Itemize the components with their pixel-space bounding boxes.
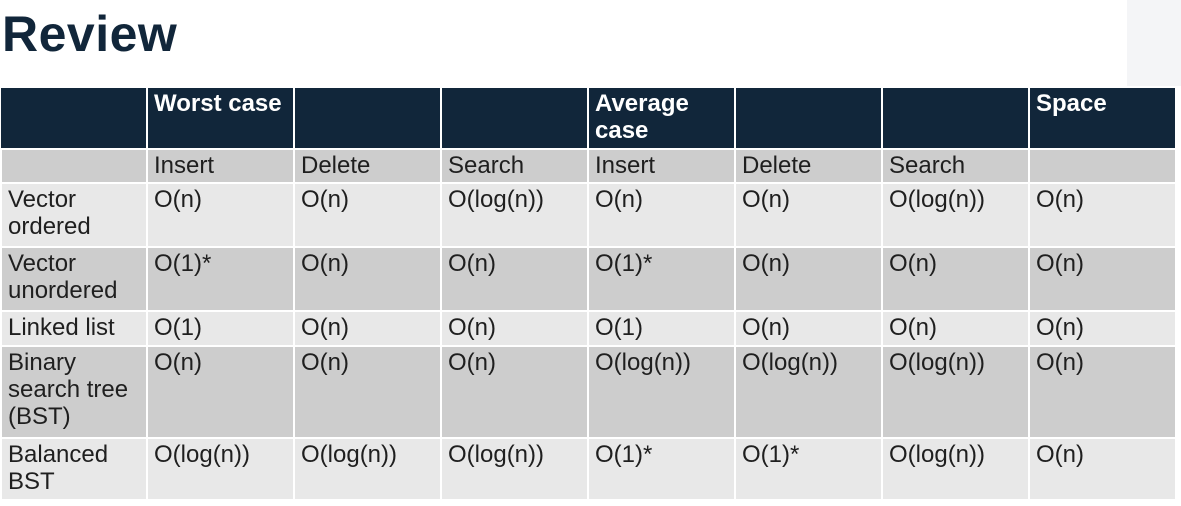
table-cell: O(n): [1028, 310, 1177, 347]
side-panel: [1127, 0, 1181, 86]
table-row: Vector ordered O(n) O(n) O(log(n)) O(n) …: [0, 182, 1177, 248]
table-cell: O(1)*: [587, 246, 736, 312]
group-header-cell: [734, 86, 883, 150]
table-cell: O(n): [587, 182, 736, 248]
table-cell: O(log(n)): [440, 182, 589, 248]
operation-header-search: Search: [440, 148, 589, 184]
operation-header-delete: Delete: [734, 148, 883, 184]
table-cell: O(log(n)): [734, 345, 883, 439]
table-row: Linked list O(1) O(n) O(n) O(1) O(n) O(n…: [0, 310, 1177, 347]
table-cell: O(n): [734, 182, 883, 248]
table-cell: O(log(n)): [881, 182, 1030, 248]
group-header-cell: [881, 86, 1030, 150]
table-cell: O(1)*: [734, 437, 883, 501]
table-cell: O(n): [440, 345, 589, 439]
table-row: Vector unordered O(1)* O(n) O(n) O(1)* O…: [0, 246, 1177, 312]
operation-header-delete: Delete: [293, 148, 442, 184]
table-cell: O(n): [881, 246, 1030, 312]
group-header-worst-case: Worst case: [146, 86, 295, 150]
operation-header-search: Search: [881, 148, 1030, 184]
table-cell: O(log(n)): [293, 437, 442, 501]
table-cell: O(n): [1028, 345, 1177, 439]
slide-title: Review: [2, 6, 178, 62]
table-cell: O(n): [734, 246, 883, 312]
operation-header-insert: Insert: [146, 148, 295, 184]
table-cell: O(n): [293, 246, 442, 312]
group-header-cell: [1, 86, 148, 150]
group-header-cell: [440, 86, 589, 150]
table-cell: O(n): [1028, 246, 1177, 312]
table-cell: O(1): [146, 310, 295, 347]
operation-header-cell: [0, 148, 148, 184]
table-cell: O(log(n)): [440, 437, 589, 501]
table-cell: O(n): [1028, 437, 1177, 501]
row-label: Vector ordered: [0, 182, 148, 248]
operation-header-row: Insert Delete Search Insert Delete Searc…: [0, 148, 1177, 184]
table-row: Binary search tree (BST) O(n) O(n) O(n) …: [0, 345, 1177, 439]
table-cell: O(n): [440, 246, 589, 312]
operation-header-cell: [1028, 148, 1177, 184]
table-cell: O(log(n)): [881, 345, 1030, 439]
table-cell: O(n): [440, 310, 589, 347]
row-label: Linked list: [0, 310, 148, 347]
table-cell: O(1)*: [587, 437, 736, 501]
table-cell: O(n): [881, 310, 1030, 347]
table-cell: O(n): [293, 345, 442, 439]
group-header-average-case: Average case: [587, 86, 736, 150]
group-header-row: Worst case Average case Space: [1, 86, 1177, 150]
table-cell: O(n): [293, 310, 442, 347]
table-cell: O(n): [146, 182, 295, 248]
row-label: Binary search tree (BST): [0, 345, 148, 439]
row-label: Balanced BST: [0, 437, 148, 501]
row-label: Vector unordered: [0, 246, 148, 312]
table-cell: O(log(n)): [881, 437, 1030, 501]
table-cell: O(n): [1028, 182, 1177, 248]
table-cell: O(n): [734, 310, 883, 347]
table-row: Balanced BST O(log(n)) O(log(n)) O(log(n…: [0, 437, 1177, 501]
table-cell: O(log(n)): [587, 345, 736, 439]
operation-header-insert: Insert: [587, 148, 736, 184]
group-header-space: Space: [1028, 86, 1177, 150]
table-cell: O(n): [146, 345, 295, 439]
group-header-cell: [293, 86, 442, 150]
table-cell: O(n): [293, 182, 442, 248]
table-cell: O(1)*: [146, 246, 295, 312]
table-cell: O(1): [587, 310, 736, 347]
table-cell: O(log(n)): [146, 437, 295, 501]
complexity-table: Worst case Average case Space Insert Del…: [0, 86, 1177, 501]
